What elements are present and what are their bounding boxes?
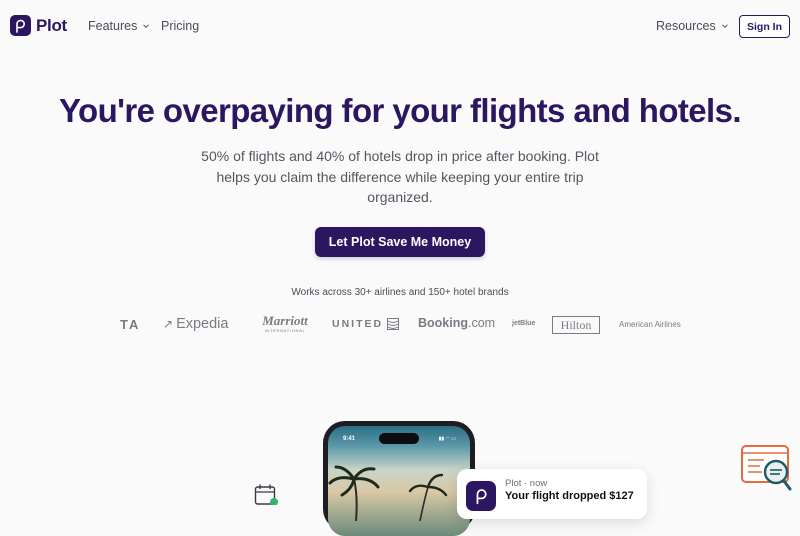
chevron-down-icon	[721, 24, 728, 29]
notification-card: Plot · now Your flight dropped $127	[457, 469, 647, 519]
chat-widget-icon[interactable]	[740, 444, 792, 492]
brand-logo-united: UNITED	[332, 318, 400, 330]
nav-features-label: Features	[88, 19, 138, 33]
brand-marriott-sub: INTERNATIONAL	[264, 328, 306, 333]
notification-title: Your flight dropped $127	[505, 490, 634, 502]
brand-marriott-text: Marriott	[262, 313, 308, 328]
logo-text: Plot	[36, 15, 67, 35]
sign-in-button[interactable]: Sign In	[739, 15, 790, 38]
brand-logo-jetblue: jetBlue	[512, 320, 536, 327]
plot-logo-icon	[10, 15, 31, 36]
brand-logo-booking: Booking.com	[418, 316, 495, 330]
palm-trees-image	[328, 465, 448, 521]
plot-logo-icon	[466, 481, 496, 511]
brand-united-text: UNITED	[332, 318, 384, 330]
dynamic-island	[379, 433, 419, 444]
chevron-down-icon	[143, 24, 150, 29]
cta-button[interactable]: Let Plot Save Me Money	[315, 227, 485, 257]
brands-caption: Works across 30+ airlines and 150+ hotel…	[291, 287, 509, 298]
logo[interactable]: Plot	[10, 15, 67, 36]
notification-app: Plot · now	[505, 478, 548, 489]
brand-booking-suffix: .com	[468, 316, 496, 330]
brand-logo-american-airlines: American Airlines	[619, 320, 681, 329]
brand-booking-text: Booking	[418, 316, 468, 330]
hero-title: You're overpaying for your flights and h…	[59, 92, 741, 129]
expedia-arrow-icon: ↗	[163, 317, 174, 331]
phone-screen: 9:41 ▮▮ ◠ ▭	[328, 426, 470, 536]
nav-resources-label: Resources	[656, 19, 716, 33]
brand-logo-expedia: ↗ Expedia	[163, 316, 228, 332]
brand-logo-marriott: Marriott INTERNATIONAL	[257, 313, 313, 334]
status-icons: ▮▮ ◠ ▭	[438, 436, 456, 442]
brand-expedia-text: Expedia	[176, 316, 229, 332]
brand-logo-ta: TA	[120, 317, 141, 332]
nav-pricing[interactable]: Pricing	[161, 19, 199, 33]
globe-icon	[387, 318, 400, 330]
phone-mockup: 9:41 ▮▮ ◠ ▭	[323, 421, 475, 536]
calendar-icon	[254, 484, 278, 505]
brand-logo-hilton: Hilton	[552, 316, 600, 334]
hero-subtitle: 50% of flights and 40% of hotels drop in…	[201, 148, 599, 205]
phone-time: 9:41	[343, 436, 356, 442]
nav-features[interactable]: Features	[88, 19, 150, 33]
nav-pricing-label: Pricing	[161, 19, 200, 33]
top-nav: Plot Features Pricing Resources Sign In	[0, 0, 800, 52]
nav-resources[interactable]: Resources	[656, 19, 729, 33]
